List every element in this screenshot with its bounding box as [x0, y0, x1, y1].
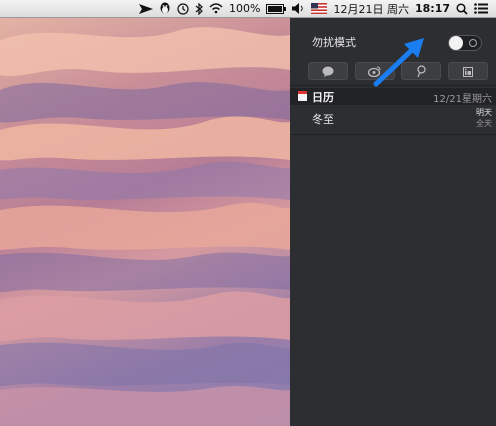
- event-title: 冬至: [312, 113, 334, 126]
- toggle-knob: [449, 36, 463, 50]
- do-not-disturb-label: 勿扰模式: [312, 36, 356, 49]
- battery-icon[interactable]: [266, 0, 287, 18]
- event-duration: 全天: [476, 119, 492, 128]
- calendar-date: 12/21星期六: [433, 94, 492, 105]
- toggle-off-indicator: [469, 39, 477, 47]
- volume-icon[interactable]: [292, 0, 305, 18]
- battery-percentage: 100%: [229, 2, 261, 15]
- menu-bar: 100% 12月21日 周六 18:17: [0, 0, 496, 18]
- calendar-app-icon: [298, 91, 307, 101]
- wifi-icon[interactable]: [209, 0, 223, 18]
- divider: [290, 134, 496, 135]
- calendar-title: 日历: [312, 91, 334, 104]
- linkedin-share-icon: [462, 62, 473, 81]
- desktop-wallpaper: [0, 0, 290, 426]
- annotation-arrow-icon: [373, 38, 424, 87]
- calendar-event[interactable]: 冬至 明天 全天: [290, 106, 496, 132]
- menubar-clock[interactable]: 18:17: [415, 0, 450, 18]
- sand-dunes-image: [0, 27, 290, 426]
- linkedin-share-button[interactable]: [447, 62, 488, 81]
- messages-share-icon: [322, 62, 334, 81]
- qq-penguin-icon[interactable]: [159, 0, 171, 18]
- event-when: 明天: [476, 108, 492, 117]
- airmail-icon[interactable]: [139, 0, 154, 18]
- messages-share-button[interactable]: [308, 62, 348, 80]
- do-not-disturb-toggle[interactable]: [448, 35, 482, 51]
- spotlight-search-icon[interactable]: [456, 0, 468, 18]
- menubar-date[interactable]: 12月21日 周六: [333, 0, 409, 18]
- bluetooth-icon[interactable]: [195, 0, 203, 18]
- notification-center-icon[interactable]: [474, 0, 488, 18]
- us-flag-input-source-icon[interactable]: [311, 0, 328, 18]
- time-machine-icon[interactable]: [177, 0, 189, 18]
